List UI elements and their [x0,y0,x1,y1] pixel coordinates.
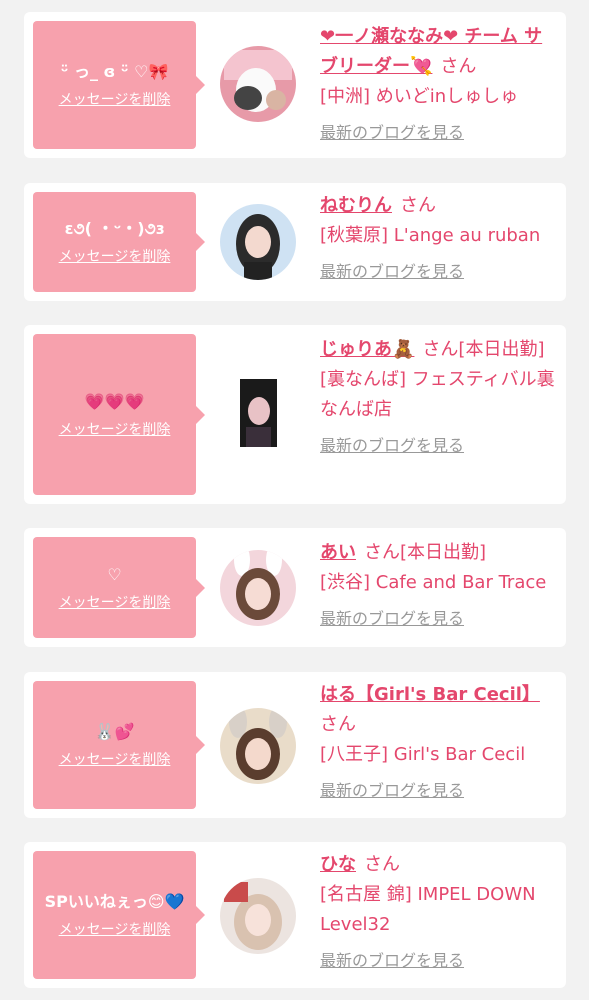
message-text: 💗💗💗 [84,391,145,411]
avatar[interactable] [220,708,296,784]
avatar[interactable] [220,46,296,122]
avatar-image [240,379,277,447]
shop-name: [名古屋 錦] IMPEL DOWN Level32 [320,884,536,935]
avatar-image [220,46,296,122]
latest-blog-link[interactable]: 最新のブログを見る [320,946,464,976]
status-text: [本日出勤] [400,542,487,563]
sender-info: あい さん[本日出勤] [渋谷] Cafe and Bar Trace 最新のブロ… [320,538,556,634]
shop-name: [八王子] Girl's Bar Cecil [320,744,526,765]
latest-blog-link[interactable]: 最新のブログを見る [320,604,464,634]
message-text: ♡ [107,564,122,584]
message-card: ♡ メッセージを削除 あい さん[本日出勤] [渋谷] Cafe and Bar … [24,528,566,647]
delete-message-link[interactable]: メッセージを削除 [59,89,171,109]
message-bubble: ♡ メッセージを削除 [33,537,205,638]
san-suffix: さん [400,195,436,216]
avatar-image [220,708,296,784]
sender-name-link[interactable]: ❤一ノ瀬ななみ❤ チーム サブリーダー💘 [320,26,542,77]
message-text: ɛ૭( ・ᵕ・)૭ɜ [64,219,165,238]
san-suffix: さん [320,714,356,735]
sender-info: ひな さん [名古屋 錦] IMPEL DOWN Level32 最新のブログを見… [320,850,556,976]
avatar-image [220,878,296,954]
delete-message-link[interactable]: メッセージを削除 [59,592,171,612]
san-suffix: さん [364,542,400,563]
sender-name-link[interactable]: じゅりあ🧸 [320,339,414,360]
message-text: 🐰💕 [94,722,135,741]
sender-name-link[interactable]: ねむりん [320,195,392,216]
message-bubble: 🐰💕 メッセージを削除 [33,681,205,809]
latest-blog-link[interactable]: 最新のブログを見る [320,776,464,806]
message-bubble: ɛ૭( ・ᵕ・)૭ɜ メッセージを削除 [33,192,205,292]
message-card: ᵕ̈ っ_ ɞ ᵕ̈ ♡🎀 メッセージを削除 ❤一ノ瀬ななみ❤ チーム サブリー… [24,12,566,158]
message-card: SPいいねぇっ😊💙 メッセージを削除 ひな さん [名古屋 錦] IMPEL DO… [24,842,566,988]
message-text: ᵕ̈ っ_ ɞ ᵕ̈ ♡🎀 [60,62,169,81]
avatar[interactable] [220,878,296,954]
san-suffix: さん [364,854,400,875]
delete-message-link[interactable]: メッセージを削除 [59,919,171,939]
latest-blog-link[interactable]: 最新のブログを見る [320,118,464,148]
message-card: 🐰💕 メッセージを削除 はる【Girl's Bar Cecil】 さん [八王子… [24,672,566,818]
message-bubble: ᵕ̈ っ_ ɞ ᵕ̈ ♡🎀 メッセージを削除 [33,21,205,149]
message-card: ɛ૭( ・ᵕ・)૭ɜ メッセージを削除 ねむりん さん [秋葉原] L'ange … [24,183,566,301]
status-text: [本日出勤] [458,339,545,360]
sender-name-link[interactable]: ひな [320,854,356,875]
latest-blog-link[interactable]: 最新のブログを見る [320,257,464,287]
avatar[interactable] [220,204,296,280]
delete-message-link[interactable]: メッセージを削除 [59,246,171,266]
shop-name: [裏なんば] フェスティバル裏なんば店 [320,369,555,420]
sender-name-link[interactable]: あい [320,542,356,563]
delete-message-link[interactable]: メッセージを削除 [59,749,171,769]
message-list: ᵕ̈ っ_ ɞ ᵕ̈ ♡🎀 メッセージを削除 ❤一ノ瀬ななみ❤ チーム サブリー… [0,0,589,1000]
message-card: 💗💗💗 メッセージを削除 じゅりあ🧸 さん[本日出勤] [裏なんば] フェスティバ… [24,325,566,504]
avatar[interactable] [240,379,277,447]
san-suffix: さん [440,56,477,77]
shop-name: [中洲] めいどinしゅしゅ [320,86,519,107]
shop-name: [渋谷] Cafe and Bar Trace [320,572,547,593]
message-text: SPいいねぇっ😊💙 [44,892,185,911]
message-bubble: SPいいねぇっ😊💙 メッセージを削除 [33,851,205,979]
sender-name-link[interactable]: はる【Girl's Bar Cecil】 [320,684,540,705]
delete-message-link[interactable]: メッセージを削除 [59,419,171,439]
sender-info: はる【Girl's Bar Cecil】 さん [八王子] Girl's Bar… [320,680,556,806]
sender-info: ねむりん さん [秋葉原] L'ange au ruban 最新のブログを見る [320,191,556,287]
latest-blog-link[interactable]: 最新のブログを見る [320,431,464,461]
sender-info: ❤一ノ瀬ななみ❤ チーム サブリーダー💘 さん [中洲] めいどinしゅしゅ 最新… [320,22,556,148]
message-bubble: 💗💗💗 メッセージを削除 [33,334,205,495]
shop-name: [秋葉原] L'ange au ruban [320,225,541,246]
avatar-image [220,204,296,280]
avatar[interactable] [220,550,296,626]
san-suffix: さん [422,339,459,360]
avatar-image [220,550,296,626]
sender-info: じゅりあ🧸 さん[本日出勤] [裏なんば] フェスティバル裏なんば店 最新のブログ… [320,335,556,461]
